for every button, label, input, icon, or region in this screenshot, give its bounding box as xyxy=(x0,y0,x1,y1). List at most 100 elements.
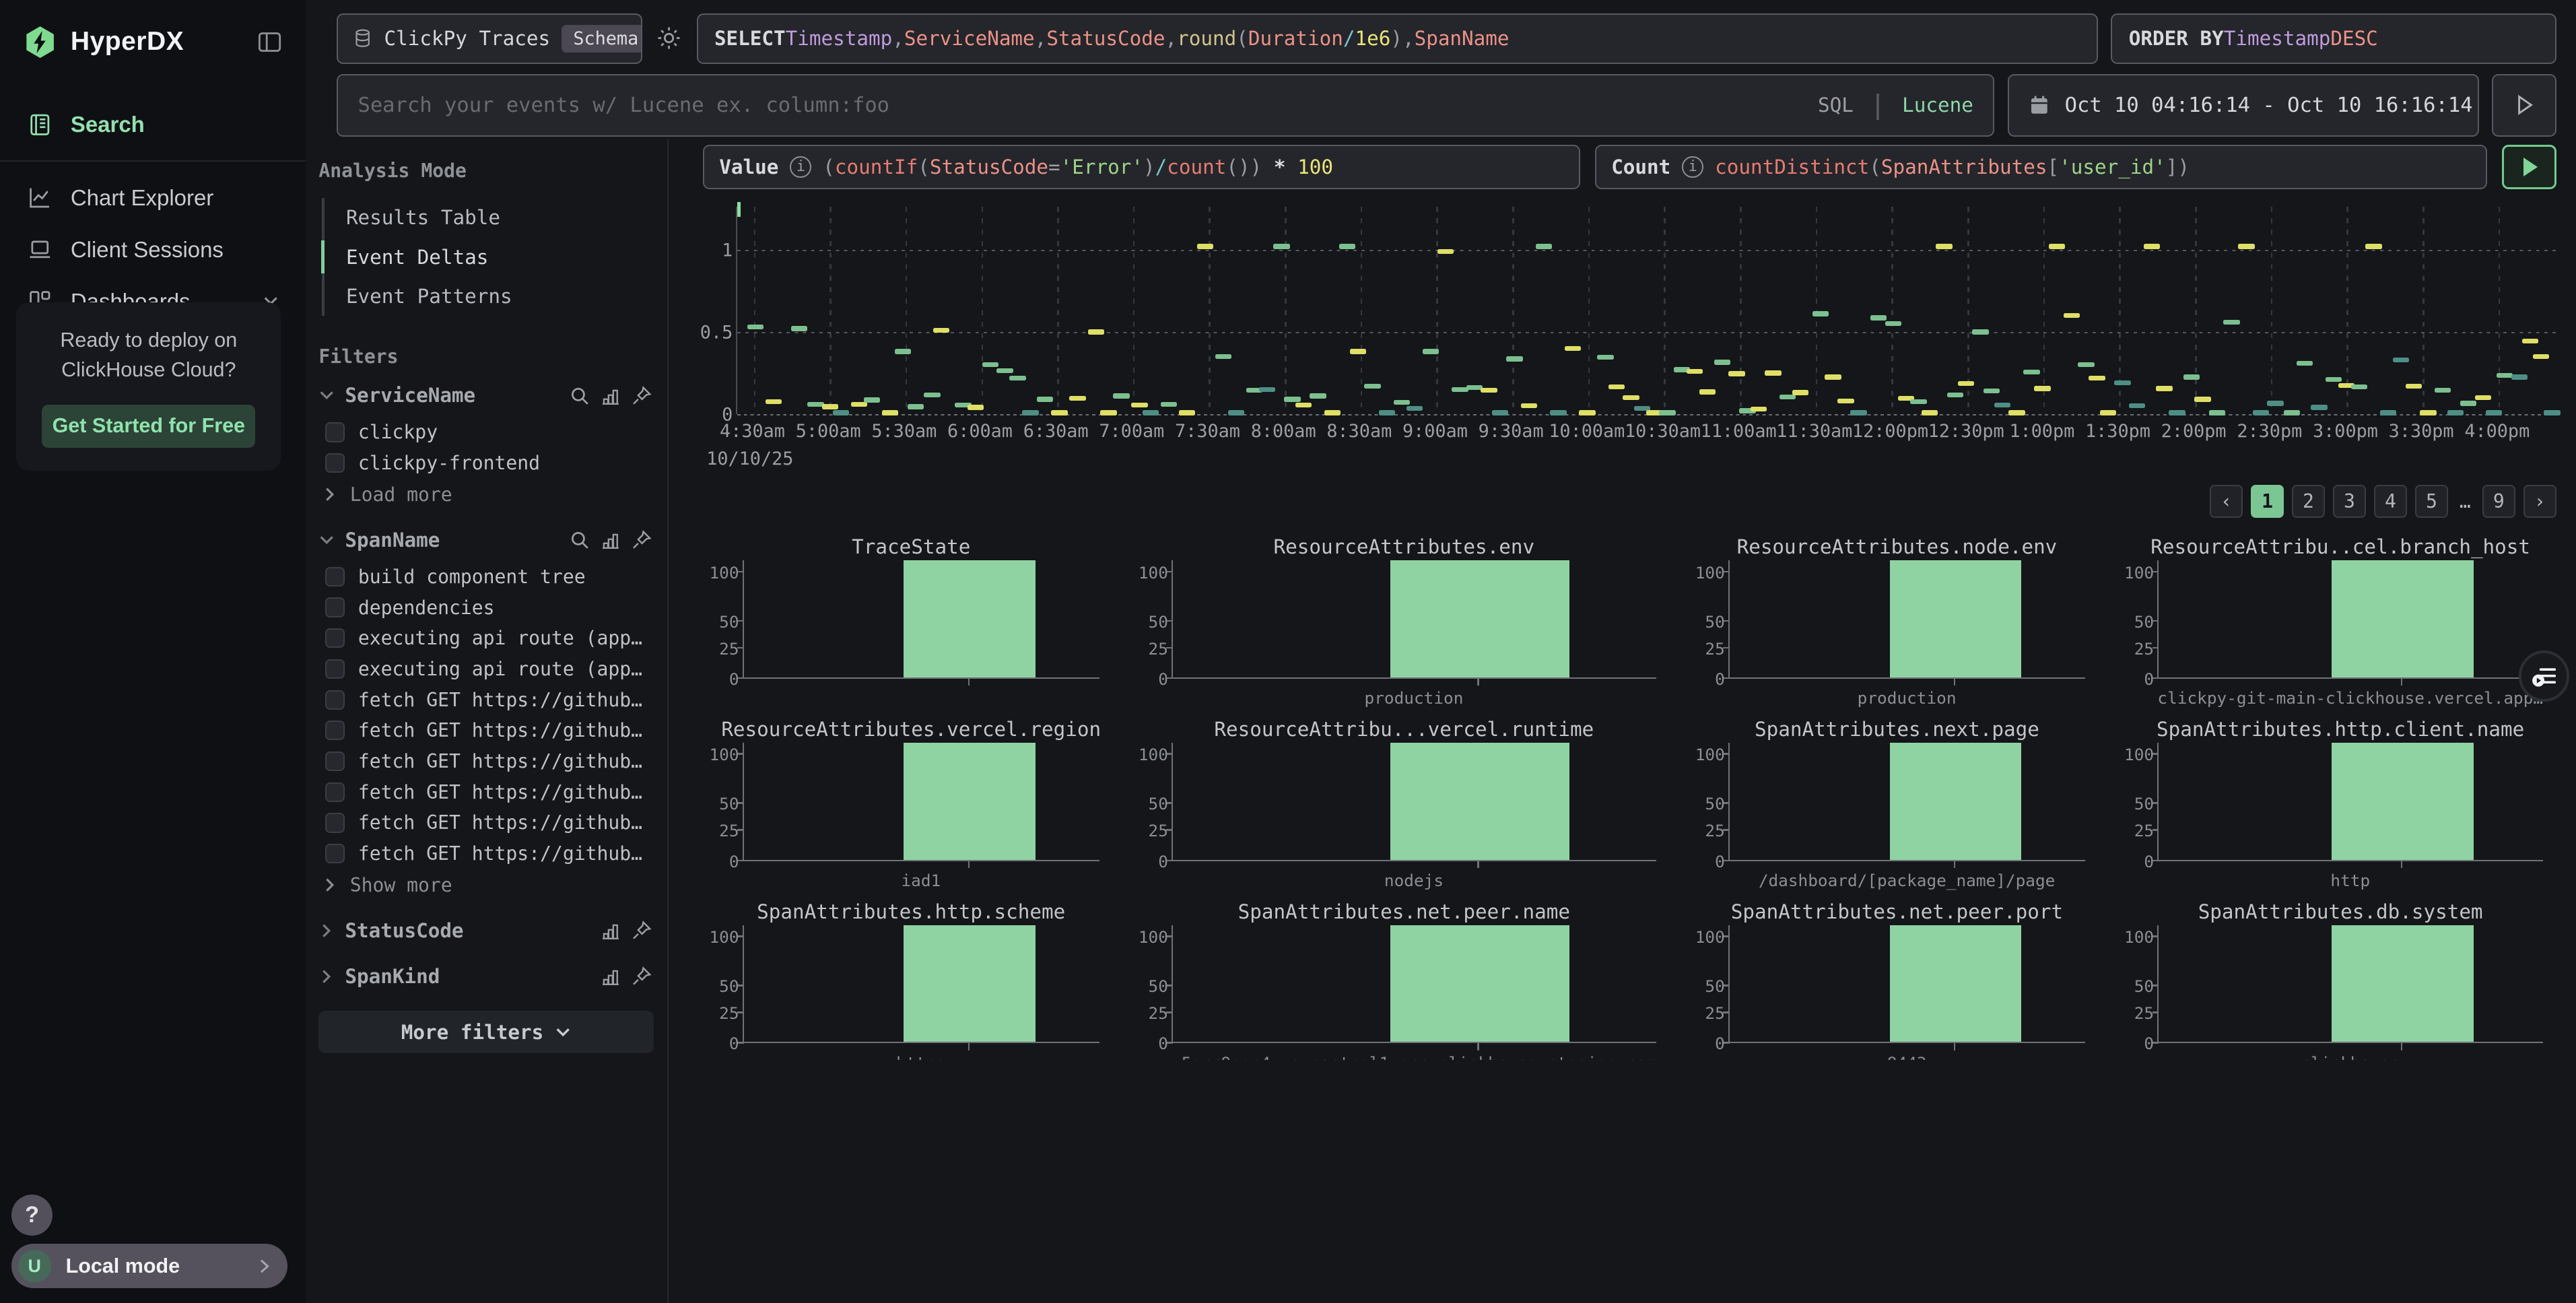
more-filters-button[interactable]: More filters xyxy=(318,1011,654,1053)
checkbox[interactable] xyxy=(325,751,345,771)
mini-bar[interactable] xyxy=(1390,560,1569,677)
mode-toggle-lucene[interactable]: Lucene xyxy=(1902,94,1973,116)
local-mode-button[interactable]: U Local mode xyxy=(11,1244,287,1288)
date-range-picker[interactable]: Oct 10 04:16:14 - Oct 10 16:16:14 xyxy=(2008,74,2479,137)
mini-chart-spanattributes-db-system: SpanAttributes.db.system10050250clickhou… xyxy=(2118,900,2563,1060)
filter-group-header[interactable]: SpanName xyxy=(318,529,652,552)
mini-bar[interactable] xyxy=(1890,925,2021,1042)
checkbox[interactable] xyxy=(325,813,345,832)
doc-list-icon xyxy=(26,112,54,137)
sql-token: ) xyxy=(1143,156,1155,178)
pin-icon[interactable] xyxy=(631,966,652,987)
mini-bar[interactable] xyxy=(2332,743,2474,860)
mini-bar[interactable] xyxy=(2332,925,2474,1042)
mini-bar[interactable] xyxy=(904,560,1035,677)
filter-option[interactable]: executing api route (app)… xyxy=(318,654,652,685)
checkbox[interactable] xyxy=(325,597,345,617)
mini-bar[interactable] xyxy=(904,743,1035,860)
sidebar-item-search[interactable]: Search xyxy=(0,98,306,150)
filter-option[interactable]: clickpy-frontend xyxy=(318,448,652,479)
gear-icon[interactable] xyxy=(656,25,682,58)
search-input[interactable]: Search your events w/ Lucene ex. column:… xyxy=(337,74,1994,137)
run-query-button[interactable] xyxy=(2502,145,2556,189)
mini-bar[interactable] xyxy=(1390,743,1569,860)
checkbox[interactable] xyxy=(325,782,345,802)
pin-icon[interactable] xyxy=(631,385,652,407)
checkbox[interactable] xyxy=(325,844,345,863)
y-tick-label: 100 xyxy=(709,745,743,764)
delta-point xyxy=(1037,397,1053,401)
order-by-input[interactable]: ORDER BY Timestamp DESC xyxy=(2111,13,2556,65)
source-select[interactable]: ClickPy Traces Schema xyxy=(337,13,642,65)
sql-token: SpanAttributes xyxy=(1881,156,2047,178)
page-button-4[interactable]: 4 xyxy=(2374,485,2407,518)
sidebar-item-client-sessions[interactable]: Client Sessions xyxy=(0,224,306,275)
mini-bar[interactable] xyxy=(904,925,1035,1042)
filter-option[interactable]: dependencies xyxy=(318,592,652,623)
delta-point xyxy=(2460,401,2476,405)
page-button-5[interactable]: 5 xyxy=(2415,485,2448,518)
filter-option[interactable]: fetch GET https://github.… xyxy=(318,746,652,777)
mini-bar[interactable] xyxy=(1390,925,1569,1042)
filter-group-header[interactable]: SpanKind xyxy=(318,965,652,988)
filter-group-header[interactable]: StatusCode xyxy=(318,919,652,942)
sql-token: ] xyxy=(2166,156,2178,178)
select-sql-input[interactable]: SELECT Timestamp, ServiceName, StatusCod… xyxy=(697,13,2098,65)
delta-plot-area[interactable] xyxy=(736,207,2556,413)
sidebar-item-chart-explorer[interactable]: Chart Explorer xyxy=(0,172,306,224)
bar-chart-icon[interactable] xyxy=(600,966,621,987)
filter-option[interactable]: executing api route (app)… xyxy=(318,623,652,654)
filter-group-header[interactable]: ServiceName xyxy=(318,384,652,407)
sidebar-collapse-icon[interactable] xyxy=(257,29,283,55)
page-button-2[interactable]: 2 xyxy=(2292,485,2325,518)
sql-token: ServiceName xyxy=(904,27,1035,50)
mini-bar[interactable] xyxy=(1890,560,2021,677)
filter-option[interactable]: fetch GET https://github.… xyxy=(318,776,652,807)
gridline xyxy=(1891,207,1893,413)
pin-icon[interactable] xyxy=(631,920,652,941)
page-button-3[interactable]: 3 xyxy=(2333,485,2366,518)
filter-option[interactable]: fetch GET https://github.… xyxy=(318,838,652,869)
gridline xyxy=(829,207,831,413)
page-next-button[interactable]: › xyxy=(2523,485,2556,518)
search-icon[interactable] xyxy=(569,529,590,551)
checkbox[interactable] xyxy=(325,453,345,473)
value-expression-input[interactable]: Value i (countIf(StatusCode='Error')/cou… xyxy=(703,145,1580,189)
analysis-mode-title: Analysis Mode xyxy=(318,160,652,182)
checkbox[interactable] xyxy=(325,659,345,679)
page-prev-button[interactable]: ‹ xyxy=(2210,485,2243,518)
checkbox[interactable] xyxy=(325,721,345,740)
filter-option[interactable]: fetch GET https://github.… xyxy=(318,684,652,715)
checkbox[interactable] xyxy=(325,628,345,648)
filter-option[interactable]: fetch GET https://github.… xyxy=(318,715,652,746)
bar-chart-icon[interactable] xyxy=(600,529,621,551)
search-icon[interactable] xyxy=(569,385,590,407)
analysis-mode-event-deltas[interactable]: Event Deltas xyxy=(325,237,652,276)
count-expression-input[interactable]: Count i countDistinct(SpanAttributes['us… xyxy=(1595,145,2487,189)
checkbox[interactable] xyxy=(325,422,345,442)
page-button-1[interactable]: 1 xyxy=(2251,485,2284,518)
load-more-link[interactable]: Load more xyxy=(318,478,652,505)
mini-bar[interactable] xyxy=(1890,743,2021,860)
analysis-mode-event-patterns[interactable]: Event Patterns xyxy=(325,277,652,316)
analysis-mode-results-table[interactable]: Results Table xyxy=(325,198,652,237)
page-button-9[interactable]: 9 xyxy=(2482,485,2515,518)
show-more-link[interactable]: Show more xyxy=(318,869,652,896)
live-tail-button[interactable] xyxy=(2492,74,2556,137)
help-button[interactable]: ? xyxy=(11,1195,53,1236)
filter-option[interactable]: build component tree xyxy=(318,562,652,593)
mode-toggle-sql[interactable]: SQL xyxy=(1818,94,1854,116)
filter-option[interactable]: fetch GET https://github.… xyxy=(318,807,652,838)
mini-bar[interactable] xyxy=(2332,560,2474,677)
get-started-button[interactable]: Get Started for Free xyxy=(42,405,255,448)
checkbox[interactable] xyxy=(325,690,345,710)
widget-fab-button[interactable] xyxy=(2519,650,2570,702)
pin-icon[interactable] xyxy=(631,529,652,551)
checkbox[interactable] xyxy=(325,567,345,587)
filter-option[interactable]: clickpy xyxy=(318,417,652,448)
y-tick-label: 25 xyxy=(2134,638,2159,658)
event-deltas-chart[interactable]: 4:30am5:00am5:30am6:00am6:30am7:00am7:30… xyxy=(703,197,2563,485)
bar-chart-icon[interactable] xyxy=(600,385,621,407)
bar-chart-icon[interactable] xyxy=(600,920,621,941)
sql-token: Timestamp xyxy=(2224,27,2331,50)
